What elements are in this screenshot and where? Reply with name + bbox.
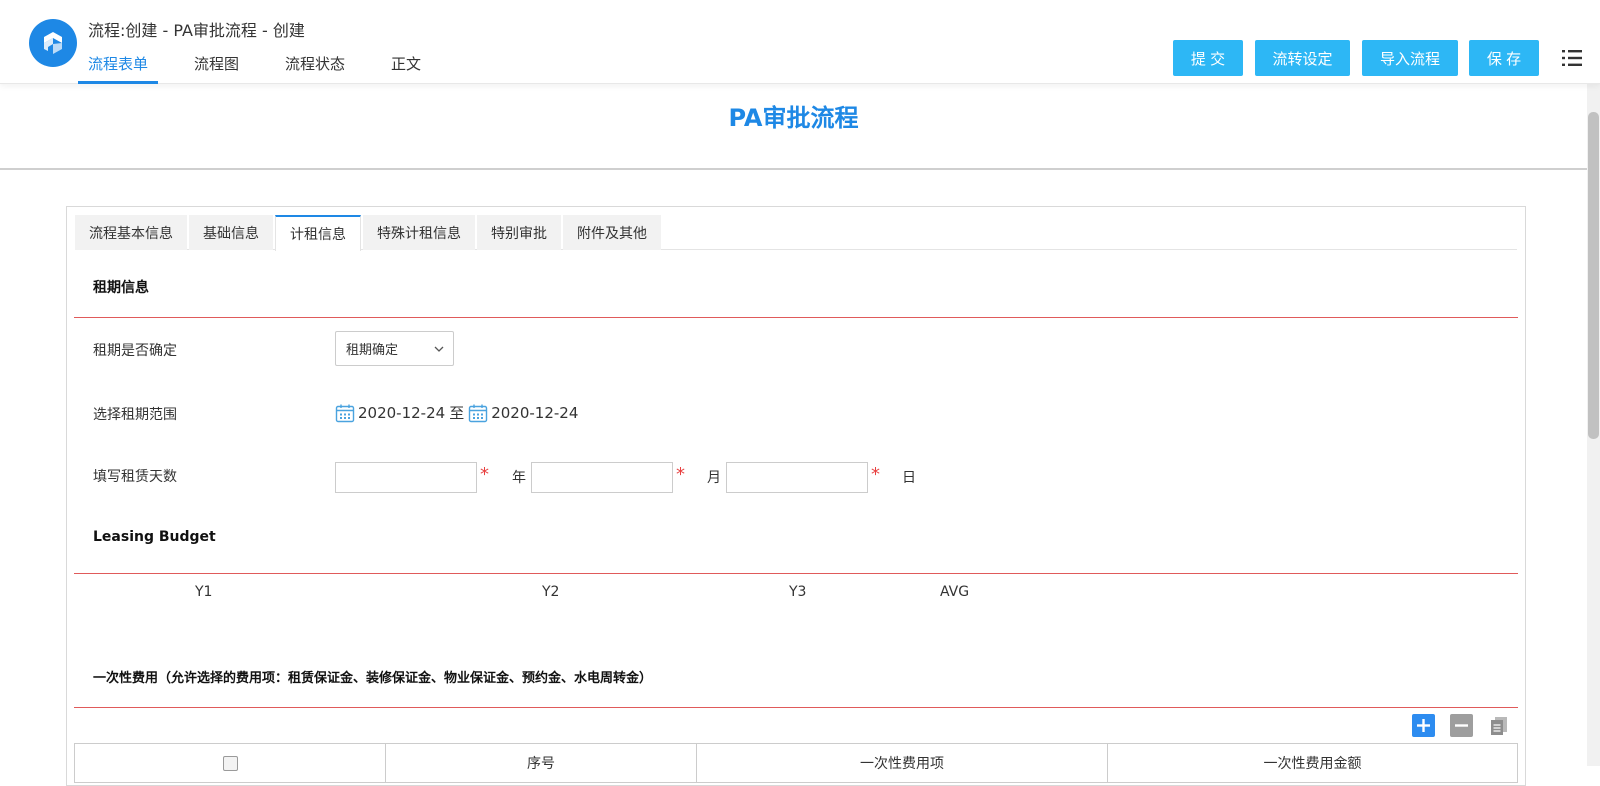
tab-flow-status[interactable]: 流程状态: [275, 52, 355, 84]
top-header: 流程:创建 - PA审批流程 - 创建 流程表单 流程图 流程状态 正文 提 交…: [0, 0, 1600, 84]
lease-days-label: 填写租赁天数: [93, 469, 177, 485]
form-title: PA审批流程: [728, 104, 859, 132]
month-unit-label: 月: [707, 470, 721, 486]
lease-range-picker[interactable]: 2020-12-24 至 2020-12-24: [335, 402, 578, 423]
page-title: 流程:创建 - PA审批流程 - 创建: [88, 21, 305, 40]
lease-determined-label: 租期是否确定: [93, 343, 177, 359]
lease-determined-value: 租期确定: [346, 343, 399, 358]
lease-range-label: 选择租期范围: [93, 407, 177, 423]
year-unit-label: 年: [512, 470, 526, 486]
calendar-icon[interactable]: [335, 403, 355, 423]
select-all-checkbox[interactable]: [222, 755, 238, 771]
add-row-button[interactable]: [1412, 714, 1435, 737]
tab-attachments[interactable]: 附件及其他: [563, 215, 661, 250]
header-tabs: 流程表单 流程图 流程状态 正文: [78, 52, 457, 84]
form-banner: PA审批流程: [0, 84, 1587, 170]
copy-icon: [1490, 716, 1507, 735]
save-button[interactable]: 保 存: [1469, 40, 1539, 76]
budget-col-y3: Y3: [789, 584, 807, 600]
calendar-icon[interactable]: [468, 403, 488, 423]
copy-row-button[interactable]: [1487, 714, 1510, 737]
form-panel: 流程基本信息 基础信息 计租信息 特殊计租信息 特别审批 附件及其他 租期信息 …: [66, 206, 1526, 786]
tab-form[interactable]: 流程表单: [78, 52, 159, 84]
lease-start-date[interactable]: 2020-12-24: [358, 404, 445, 422]
budget-col-y1: Y1: [195, 584, 213, 600]
routing-settings-button[interactable]: 流转设定: [1255, 40, 1350, 76]
col-header-fee-amount: 一次性费用金额: [1263, 756, 1362, 772]
lease-years-input[interactable]: [335, 462, 477, 493]
submit-button[interactable]: 提 交: [1173, 40, 1243, 76]
date-separator: 至: [449, 404, 465, 422]
import-flow-button[interactable]: 导入流程: [1362, 40, 1458, 76]
required-marker: *: [676, 464, 685, 485]
section-divider: [74, 707, 1518, 708]
menu-icon[interactable]: [1561, 47, 1583, 69]
lease-determined-select[interactable]: 租期确定: [335, 331, 454, 366]
lease-days-input[interactable]: [726, 462, 868, 493]
budget-col-avg: AVG: [940, 584, 970, 600]
col-header-index: 序号: [386, 744, 697, 782]
form-tabs: 流程基本信息 基础信息 计租信息 特殊计租信息 特别审批 附件及其他: [75, 215, 1517, 251]
tab-special-approval[interactable]: 特别审批: [477, 215, 561, 250]
tab-base-info[interactable]: 基础信息: [189, 215, 273, 250]
chevron-down-icon: [434, 346, 444, 352]
budget-section-title: Leasing Budget: [93, 529, 216, 545]
one-time-fee-table-header: 序号 一次性费用项 一次性费用金额: [74, 743, 1518, 783]
budget-col-y2: Y2: [542, 584, 560, 600]
tab-rent-info[interactable]: 计租信息: [275, 215, 361, 251]
scrollbar-thumb[interactable]: [1588, 112, 1599, 439]
required-marker: *: [871, 464, 880, 485]
tab-special-rent-info[interactable]: 特殊计租信息: [363, 215, 475, 250]
section-divider: [74, 317, 1518, 318]
required-marker: *: [480, 464, 489, 485]
col-header-fee-item: 一次性费用项: [697, 744, 1108, 782]
lease-months-input[interactable]: [531, 462, 673, 493]
app-logo-icon: [29, 19, 77, 67]
lease-end-date[interactable]: 2020-12-24: [491, 404, 578, 422]
plus-icon: [1417, 719, 1430, 732]
day-unit-label: 日: [902, 470, 916, 486]
tab-body-text[interactable]: 正文: [381, 52, 431, 84]
section-divider: [74, 573, 1518, 574]
tab-basic-flow-info[interactable]: 流程基本信息: [75, 215, 187, 250]
lease-section-title: 租期信息: [93, 280, 149, 296]
select-all-cell: [75, 744, 386, 782]
one-time-fee-section-title: 一次性费用（允许选择的费用项：租赁保证金、装修保证金、物业保证金、预约金、水电周…: [93, 671, 653, 686]
minus-icon: [1455, 724, 1468, 727]
remove-row-button[interactable]: [1450, 714, 1473, 737]
tab-flowchart[interactable]: 流程图: [184, 52, 249, 84]
